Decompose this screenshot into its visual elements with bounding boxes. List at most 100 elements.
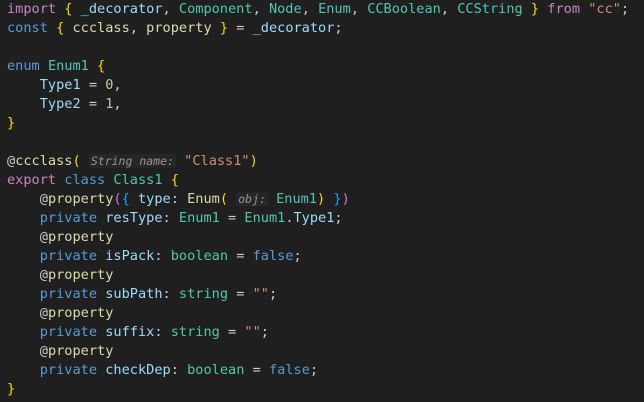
code-token: ; xyxy=(334,210,343,226)
code-token: class xyxy=(64,172,106,188)
code-line[interactable]: } xyxy=(7,380,15,399)
code-token: = xyxy=(219,324,245,340)
code-token: "" xyxy=(244,324,261,340)
code-line[interactable]: Type1 = 0, xyxy=(7,76,122,95)
code-line[interactable]: } xyxy=(7,114,15,133)
code-token: const xyxy=(7,20,48,36)
code-token: Enum xyxy=(187,191,220,207)
code-token: "Class1" xyxy=(184,153,250,169)
code-token: "" xyxy=(252,286,269,302)
code-token: = xyxy=(219,210,245,226)
code-token: ; xyxy=(293,248,302,264)
code-token: : xyxy=(154,248,171,264)
code-token: "cc" xyxy=(588,1,621,17)
code-line[interactable]: @property xyxy=(7,266,114,285)
code-token: boolean xyxy=(187,362,245,378)
code-token: isPack xyxy=(105,248,155,264)
code-line[interactable]: @property({ type: Enum( obj: Enum1) }) xyxy=(7,190,350,209)
code-token: : xyxy=(170,362,188,378)
code-line[interactable]: private resType: Enum1 = Enum1.Type1; xyxy=(7,209,343,228)
code-token: private xyxy=(39,324,98,340)
code-token: private xyxy=(39,248,98,264)
code-token: private xyxy=(39,286,98,302)
code-token: , xyxy=(440,1,458,17)
code-token: } xyxy=(530,1,540,17)
code-token: resType xyxy=(105,210,163,226)
code-token: , xyxy=(350,1,368,17)
code-line[interactable]: private isPack: boolean = false; xyxy=(7,247,302,266)
code-token: Type1 xyxy=(39,77,81,93)
code-token: private xyxy=(39,362,98,378)
code-token: string xyxy=(170,324,220,340)
code-token: _decorator xyxy=(80,1,163,17)
code-token: import xyxy=(7,1,57,17)
code-token: enum xyxy=(7,58,40,74)
code-token: { xyxy=(121,191,130,207)
code-line[interactable]: @ccclass( String name: "Class1") xyxy=(7,152,258,171)
code-line[interactable]: export class Class1 { xyxy=(7,171,179,190)
inlay-hint: obj: xyxy=(236,192,268,206)
code-token: . xyxy=(285,210,294,226)
code-token: type xyxy=(137,191,171,207)
code-line[interactable]: private subPath: string = ""; xyxy=(7,285,277,304)
code-token: ( xyxy=(219,191,229,207)
code-token: ( xyxy=(113,191,122,207)
code-token: } xyxy=(7,381,16,397)
code-token: = xyxy=(80,77,106,93)
code-token: false xyxy=(268,362,310,378)
code-line[interactable]: const { ccclass, property } = _decorator… xyxy=(7,19,343,38)
code-token: from xyxy=(547,1,581,17)
code-token: Enum xyxy=(318,1,351,17)
code-token: : xyxy=(154,324,171,340)
code-editor[interactable]: import { _decorator, Component, Node, En… xyxy=(0,0,644,402)
code-token: Enum1 xyxy=(276,191,318,207)
code-line[interactable]: @property xyxy=(7,228,114,247)
code-line[interactable]: private suffix: string = ""; xyxy=(7,323,269,342)
code-token: @ xyxy=(39,191,48,207)
code-token: , xyxy=(113,77,122,93)
code-token: property xyxy=(47,229,114,245)
code-token: Enum1 xyxy=(244,210,286,226)
code-token: : xyxy=(170,191,188,207)
code-token: } xyxy=(219,20,229,36)
code-token: } xyxy=(333,191,342,207)
code-line[interactable]: private checkDep: boolean = false; xyxy=(7,361,318,380)
code-token: Type2 xyxy=(39,96,81,112)
code-token: false xyxy=(252,248,294,264)
code-line[interactable]: import { _decorator, Component, Node, En… xyxy=(7,0,629,19)
code-line[interactable]: Type2 = 1, xyxy=(7,95,122,114)
code-line[interactable]: enum Enum1 { xyxy=(7,57,105,76)
code-token: property xyxy=(47,267,114,283)
code-line[interactable]: @property xyxy=(7,342,114,361)
inlay-hint: String name: xyxy=(88,154,176,168)
code-token: CCBoolean xyxy=(367,1,441,17)
code-token: ; xyxy=(260,324,269,340)
code-token: , xyxy=(252,1,269,17)
code-line[interactable]: @property xyxy=(7,304,114,323)
code-token: @ xyxy=(39,267,48,283)
code-token: Class1 xyxy=(113,172,163,188)
code-token: suffix xyxy=(105,324,155,340)
code-token: ; xyxy=(620,1,630,17)
code-token: { xyxy=(97,58,106,74)
